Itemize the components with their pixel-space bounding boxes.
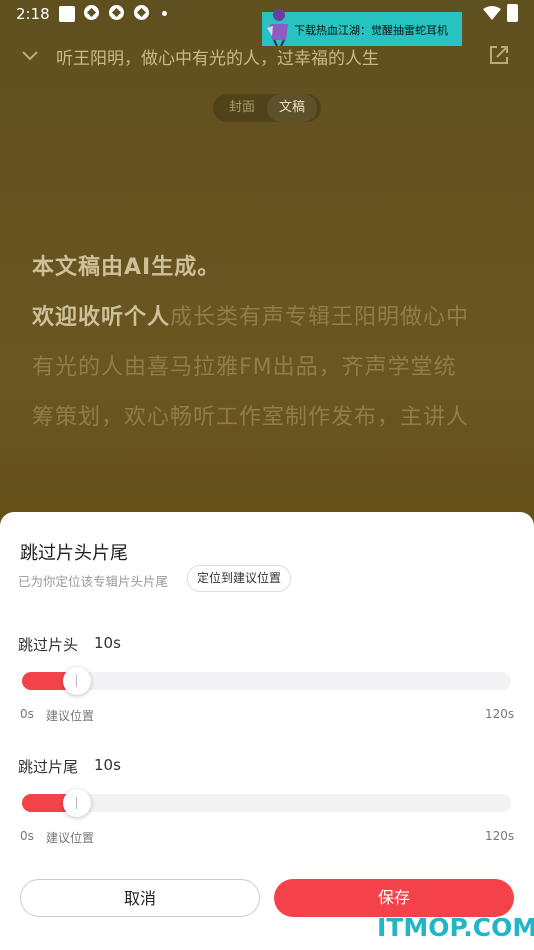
tab-transcript[interactable]: 文稿	[267, 94, 317, 122]
status-time: 2:18	[16, 5, 50, 23]
save-button[interactable]: 保存	[274, 879, 514, 917]
tab-cover[interactable]: 封面	[217, 94, 267, 122]
intro-slider-thumb[interactable]	[63, 667, 91, 695]
outro-max-label: 120s	[485, 829, 515, 843]
intro-value: 10s	[94, 634, 121, 652]
transcript-line: 欢迎收听个人成长类有声专辑王阳明做心中	[32, 293, 512, 343]
transcript-rest: 成长类有声专辑王阳明做心中	[170, 305, 470, 330]
outro-suggest-label: 建议位置	[46, 831, 95, 845]
watermark: ITMOP.COM	[377, 913, 534, 942]
intro-label: 跳过片头	[18, 636, 79, 654]
outro-value: 10s	[94, 756, 121, 774]
outro-min-label: 0s	[20, 829, 34, 843]
transcript-highlight: 欢迎收听个人	[32, 305, 171, 330]
intro-min-label: 0s	[20, 707, 34, 721]
chevron-down-icon[interactable]	[20, 46, 40, 66]
notification-icon	[134, 5, 149, 20]
outro-slider-thumb[interactable]	[63, 789, 91, 817]
skip-intro-outro-sheet: 跳过片头片尾 已为你定位该专辑片头片尾 定位到建议位置 跳过片头 10s 0s …	[0, 512, 534, 950]
view-toggle: 封面 文稿	[213, 94, 321, 122]
game-character-icon	[267, 9, 288, 46]
intro-suggest-label: 建议位置	[46, 709, 95, 723]
locate-suggested-button[interactable]: 定位到建议位置	[187, 565, 292, 592]
battery-icon	[507, 4, 518, 22]
more-notifications-icon	[162, 11, 167, 16]
ad-text: 下载热血江湖：觉醒抽雷蛇耳机	[294, 24, 448, 37]
outro-label: 跳过片尾	[18, 758, 79, 776]
cancel-button[interactable]: 取消	[20, 879, 260, 917]
ad-banner[interactable]: 下载热血江湖：觉醒抽雷蛇耳机	[262, 9, 462, 46]
intro-slider[interactable]	[22, 667, 511, 695]
wifi-icon	[483, 6, 501, 20]
page-title: 听王阳明，做心中有光的人，过幸福的人生	[56, 49, 379, 69]
notification-icon	[84, 5, 99, 20]
intro-max-label: 120s	[485, 707, 515, 721]
transcript-line: 有光的人由喜马拉雅FM出品，齐声学堂统	[32, 355, 457, 380]
sheet-title: 跳过片头片尾	[20, 543, 128, 564]
transcript-line: 本文稿由AI生成。	[32, 255, 221, 280]
notification-icon	[109, 5, 124, 20]
transcript-line: 筹策划，欢心畅听工作室制作发布，主讲人	[32, 405, 470, 430]
notification-app-icon	[59, 6, 75, 22]
outro-slider[interactable]	[22, 789, 511, 817]
transcript-text: 本文稿由AI生成。 欢迎收听个人成长类有声专辑王阳明做心中 有光的人由喜马拉雅F…	[32, 243, 512, 443]
sheet-subtitle: 已为你定位该专辑片头片尾	[18, 574, 169, 589]
share-icon[interactable]	[488, 44, 510, 66]
